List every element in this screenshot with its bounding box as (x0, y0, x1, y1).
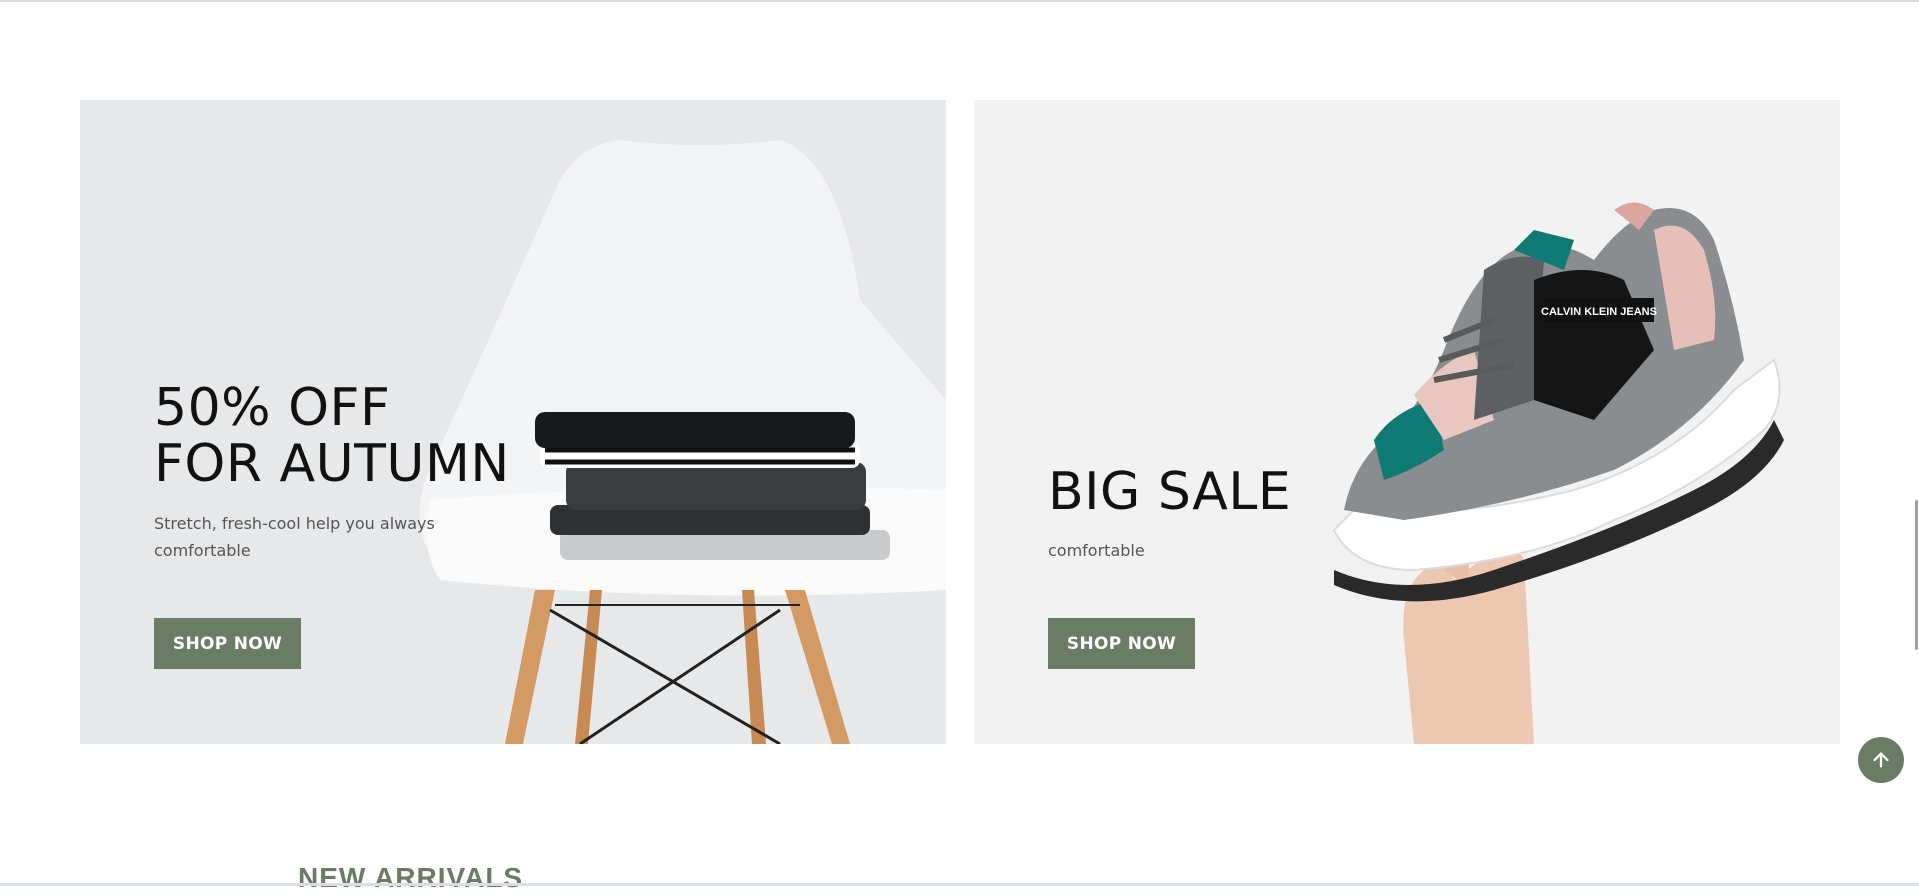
banner-title-line-2: FOR AUTUMN (154, 434, 510, 494)
shop-now-button[interactable]: SHOP NOW (154, 618, 301, 669)
arrow-up-icon (1873, 752, 1889, 768)
page-scrollbar-thumb[interactable] (1915, 500, 1918, 650)
banner-title-line-1: BIG SALE (1048, 462, 1292, 522)
scroll-to-top-button[interactable] (1858, 737, 1904, 783)
new-arrivals-heading: NEW ARRIVALS (298, 862, 524, 893)
promo-banner-big-sale: CALVIN KLEIN JEANS BIG SALE comfortable … (974, 100, 1840, 744)
banner-description: Stretch, fresh-cool help you always comf… (154, 514, 435, 560)
top-divider (0, 0, 1919, 2)
banner-description: comfortable (1048, 541, 1145, 560)
shop-now-button[interactable]: SHOP NOW (1048, 618, 1195, 669)
banner-title: 50% OFF FOR AUTUMN (154, 380, 510, 492)
sneaker-brand-text: CALVIN KLEIN JEANS (1541, 306, 1657, 318)
banner-title: BIG SALE (1048, 464, 1291, 520)
banner-title-line-1: 50% OFF (154, 378, 391, 438)
promo-banner-autumn: 50% OFF FOR AUTUMN Stretch, fresh-cool h… (80, 100, 946, 744)
